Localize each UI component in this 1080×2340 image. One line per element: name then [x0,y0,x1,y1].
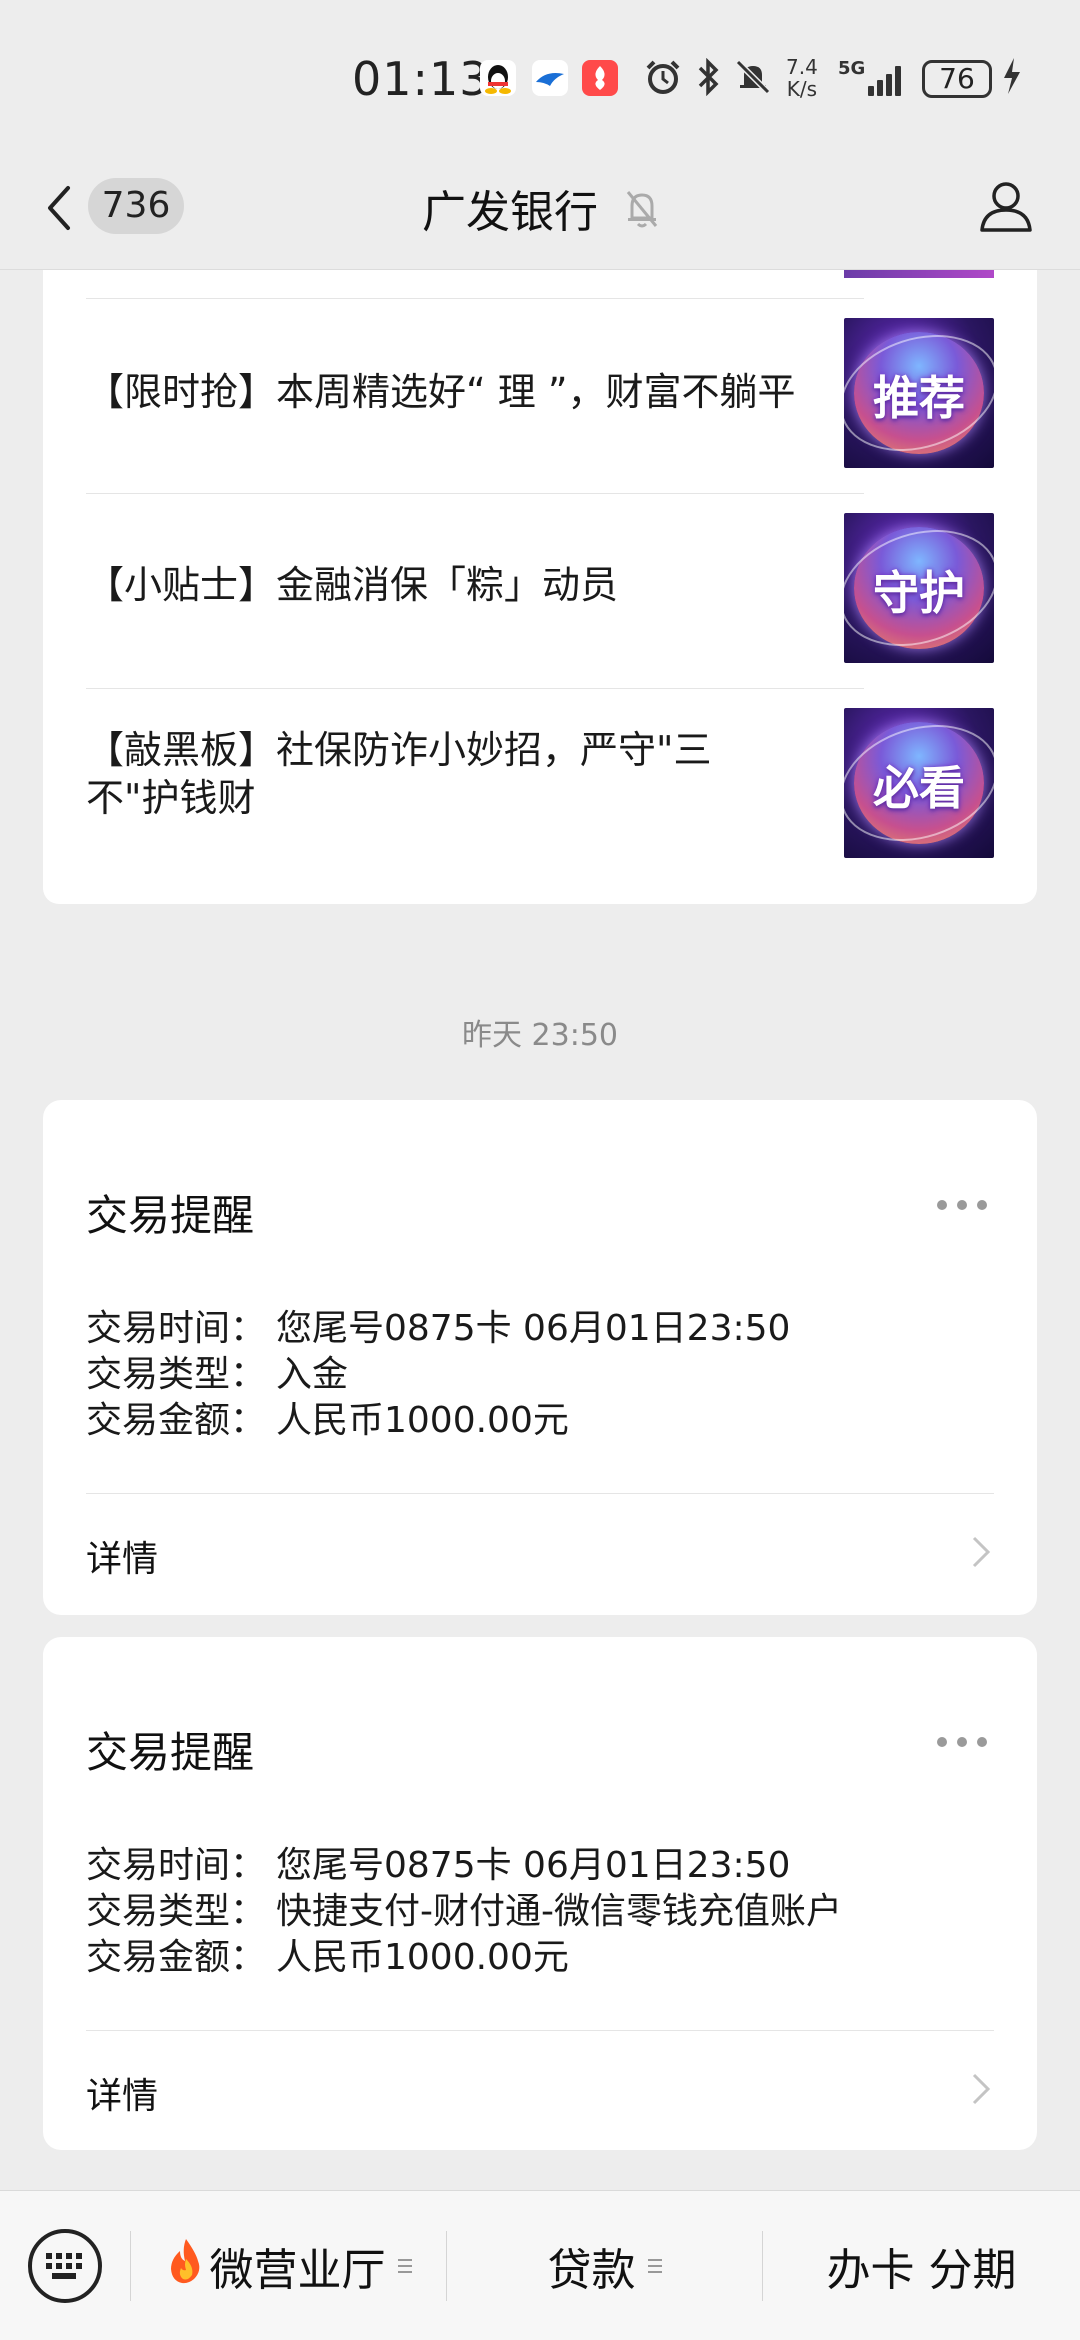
article-thumbnail: 必看 [844,708,994,858]
article-card: 【限时抢】本周精选好“ 理 ”，财富不躺平 推荐 【小贴士】金融消保「粽」动员 … [43,270,1037,904]
transaction-details: 交易时间： 您尾号0875卡 06月01日23:50 交易类型： 入金 交易金额：人… [86,1306,790,1444]
row-label: 交易时间： [86,1308,267,1349]
row-value: 您尾号0875卡 06月01日23:50 [276,1845,791,1886]
article-item[interactable]: 【敲黑板】社保防诈小妙招，严守"三不"护钱财 必看 [86,688,994,883]
row-value: 人民币1000.00元 [276,1400,569,1441]
network-type: 5G [838,58,866,79]
menu-item-micro-hall[interactable]: 微营业厅 [131,2191,446,2340]
menu-item-label: 贷款 [547,2245,636,2296]
net-speed-unit: K/s [786,77,818,101]
thumbnail-label: 必看 [873,761,965,815]
detail-row: 交易金额： 人民币1000.00元 [86,1935,842,1981]
chat-header: 736 广发银行 [0,150,1080,270]
more-options-icon[interactable] [937,1200,987,1212]
transaction-title: 交易提醒 [86,1191,255,1240]
bottom-menu-bar: 微营业厅 贷款 办卡 分期 [0,2190,1080,2340]
profile-button[interactable] [976,176,1036,236]
status-time: 01:13 [352,52,490,106]
divider [86,298,864,299]
qq-app-icon [480,60,516,96]
row-value: 人民币1000.00元 [276,1937,569,1978]
detail-row: 交易时间： 您尾号0875卡 06月01日23:50 [86,1306,790,1352]
row-label: 交易类型： [86,1354,267,1395]
submenu-icon [647,2259,662,2273]
transaction-title: 交易提醒 [86,1728,255,1777]
menu-item-loans[interactable]: 贷款 [447,2191,762,2340]
detail-row: 交易金额： 人民币1000.00元 [86,1398,790,1444]
detail-row: 交易类型： 快捷支付-财付通-微信零钱充值账户 [86,1889,842,1935]
article-title: 【小贴士】金融消保「粽」动员 [86,563,619,607]
article-title: 【限时抢】本周精选好“ 理 ”，财富不躺平 [86,370,796,414]
row-value: 快捷支付-财付通-微信零钱充值账户 [276,1891,842,1932]
row-label: 交易类型： [86,1891,267,1932]
chat-title: 广发银行 [422,187,598,238]
chevron-right-icon[interactable] [970,1532,994,1572]
submenu-icon [397,2259,412,2273]
menu-item-label: 微营业厅 [209,2245,386,2296]
bird-app-icon [532,60,568,96]
article-title: 【敲黑板】社保防诈小妙招，严守"三不"护钱财 [86,728,712,820]
charging-icon [1000,56,1024,105]
net-speed-value: 7.4 [786,55,818,79]
thumbnail-label: 推荐 [873,371,965,425]
menu-item-cards[interactable]: 办卡 分期 [763,2191,1080,2340]
row-value: 您尾号0875卡 06月01日23:50 [276,1308,791,1349]
signal-bars-icon [868,62,908,96]
article-item[interactable]: 【小贴士】金融消保「粽」动员 守护 [86,493,994,688]
net-speed: 7.4 K/s [786,56,818,100]
menu-item-label: 办卡 分期 [826,2245,1017,2296]
article-thumbnail: 推荐 [844,318,994,468]
more-options-icon[interactable] [937,1737,987,1749]
thumbnail-label: 守护 [873,566,965,620]
article-thumbnail-partial [844,270,994,278]
article-item[interactable]: 【限时抢】本周精选好“ 理 ”，财富不躺平 推荐 [86,298,994,493]
message-timestamp: 昨天 23:50 [462,1018,618,1053]
status-bar: 01:13 7.4 K/s 5G 76 [0,0,1080,150]
red-app-icon [582,60,618,96]
row-label: 交易时间： [86,1845,267,1886]
details-link[interactable]: 详情 [86,1530,158,1582]
divider [86,493,864,494]
detail-row: 交易类型： 入金 [86,1352,790,1398]
row-value: 入金 [276,1354,349,1395]
transaction-card: 交易提醒 交易时间： 您尾号0875卡 06月01日23:50 交易类型： 入金 交… [43,1100,1037,1615]
keyboard-toggle-button[interactable] [28,2229,102,2303]
detail-row: 交易时间： 您尾号0875卡 06月01日23:50 [86,1843,842,1889]
divider [86,688,864,689]
battery-level: 76 [922,60,992,98]
mute-bell-icon [734,58,772,105]
divider [86,2030,994,2031]
transaction-card: 交易提醒 交易时间： 您尾号0875卡 06月01日23:50 交易类型： 快捷支付… [43,1637,1037,2150]
bluetooth-icon [696,57,722,105]
chevron-right-icon[interactable] [970,2069,994,2109]
fire-icon [166,2237,206,2296]
article-thumbnail: 守护 [844,513,994,663]
row-label: 交易金额： [86,1400,267,1441]
keyboard-icon [46,2253,84,2279]
row-label: 交易金额： [86,1937,267,1978]
divider [86,1493,994,1494]
transaction-details: 交易时间： 您尾号0875卡 06月01日23:50 交易类型： 快捷支付-财付通-… [86,1843,842,1981]
muted-bell-icon [622,186,662,232]
details-link[interactable]: 详情 [86,2067,158,2119]
alarm-icon [644,58,682,105]
